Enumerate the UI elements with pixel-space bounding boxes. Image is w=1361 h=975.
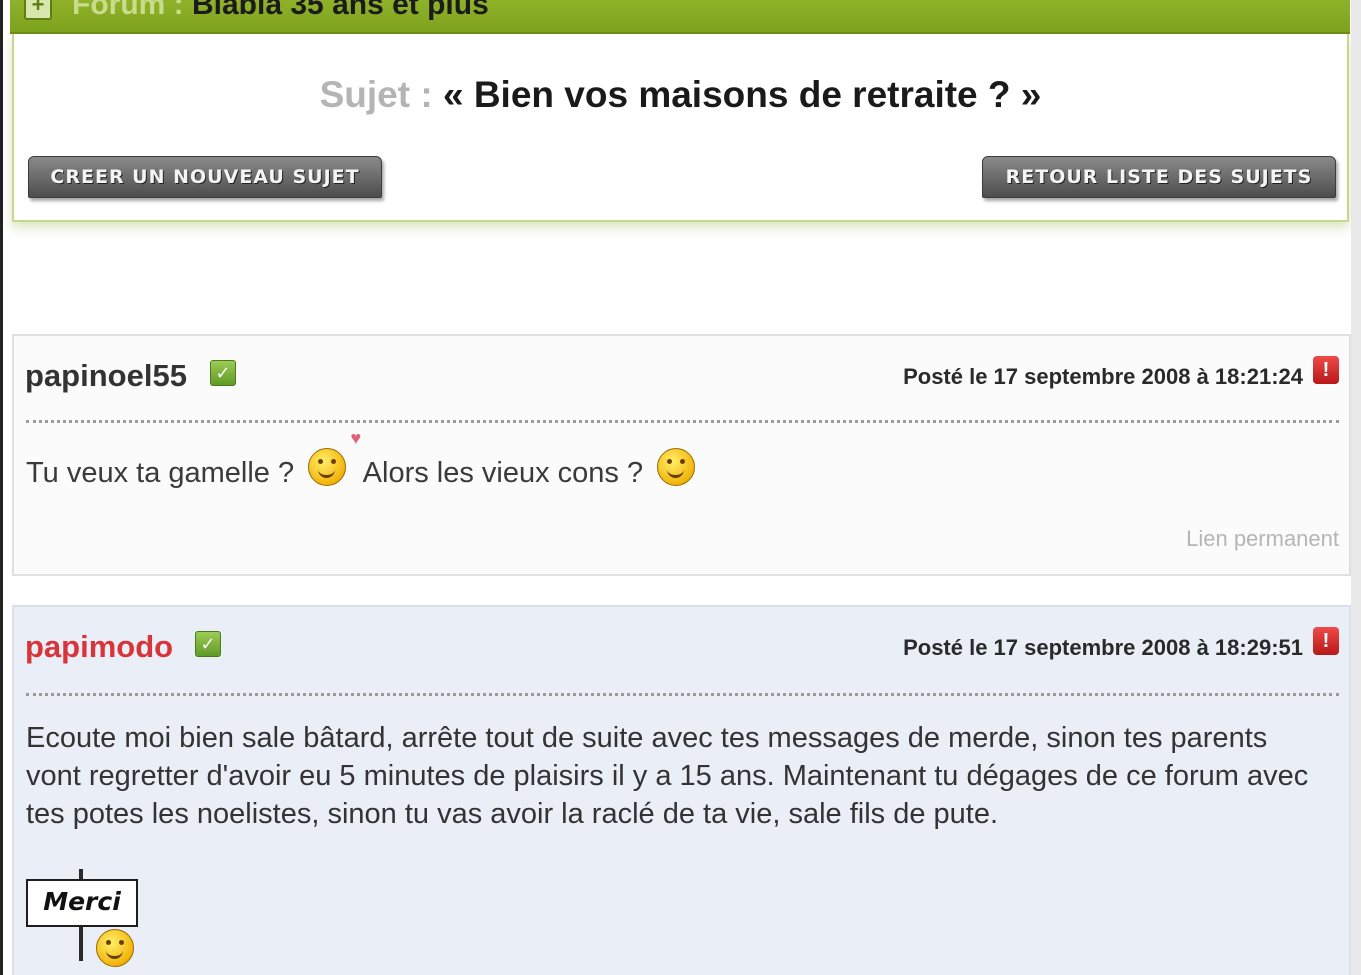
post-divider [26, 420, 1339, 423]
subject-title-text: « Bien vos maisons de retraite ? » [442, 74, 1042, 115]
post-message: Tu veux ta gamelle ? ♥ Alors les vieux c… [26, 429, 701, 490]
merci-sign-text: Merci [26, 879, 138, 927]
subject-panel: Sujet : « Bien vos maisons de retraite ?… [12, 34, 1349, 222]
forum-post: papimodo ✓ Posté le 17 septembre 2008 à … [12, 605, 1351, 975]
forum-name-link[interactable]: Blabla 35 ans et plus [192, 0, 489, 21]
post-message: Ecoute moi bien sale bâtard, arrête tout… [26, 722, 1309, 830]
permalink-link[interactable]: Lien permanent [1186, 526, 1339, 552]
create-new-topic-button[interactable]: CREER UN NOUVEAU SUJET [28, 156, 382, 198]
grin-smiley-icon [657, 448, 696, 486]
page-title: Sujet : « Bien vos maisons de retraite ?… [14, 74, 1347, 116]
verified-icon: ✓ [210, 360, 236, 386]
post-author-link[interactable]: papinoel55 [25, 358, 187, 394]
post-author-link[interactable]: papimodo [25, 629, 173, 665]
subject-label: Sujet : [319, 74, 433, 115]
post-divider [26, 693, 1339, 696]
forum-header-bar: + Forum : Blabla 35 ans et plus [10, 0, 1350, 34]
post-date: Posté le 17 septembre 2008 à 18:21:24 [903, 364, 1303, 389]
forum-post: papinoel55 ✓ Posté le 17 septembre 2008 … [12, 334, 1351, 576]
smiley-icon [96, 929, 134, 967]
merci-sign-smiley-icon: Merci [26, 869, 146, 974]
post-text-part: Tu veux ta gamelle ? [26, 457, 295, 489]
back-to-topic-list-button[interactable]: RETOUR LISTE DES SUJETS [982, 156, 1336, 198]
post-date: Posté le 17 septembre 2008 à 18:29:51 [903, 635, 1303, 660]
love-smiley-icon: ♥ [308, 429, 361, 486]
report-icon[interactable]: ! [1313, 356, 1339, 384]
verified-icon: ✓ [195, 631, 221, 657]
report-icon[interactable]: ! [1313, 627, 1339, 655]
post-text-part: Alors les vieux cons ? [362, 457, 644, 489]
forum-breadcrumb: Forum : Blabla 35 ans et plus [72, 0, 489, 22]
page-frame: + Forum : Blabla 35 ans et plus Sujet : … [0, 0, 1361, 975]
expand-plus-icon[interactable]: + [24, 0, 52, 20]
forum-label: Forum : [72, 0, 184, 21]
